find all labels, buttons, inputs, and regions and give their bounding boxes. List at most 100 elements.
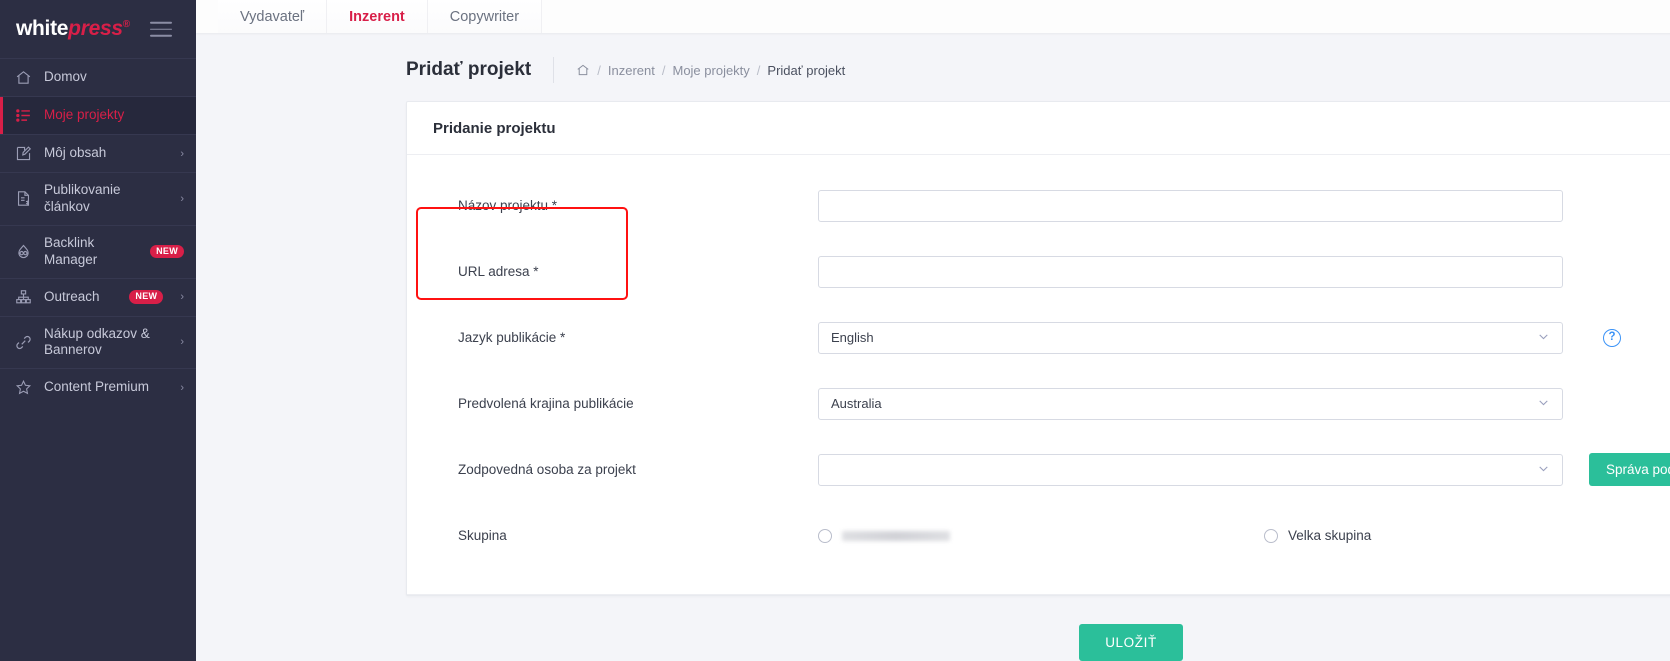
breadcrumb-separator: / [661, 62, 666, 78]
sidebar-item-backlink-manager[interactable]: Backlink Manager NEW [0, 224, 196, 278]
sidebar-item-label: Moje projekty [44, 107, 125, 123]
star-icon [14, 378, 33, 397]
tab-label: Inzerent [349, 8, 405, 25]
chevron-down-icon [1537, 462, 1550, 478]
add-project-card: Pridanie projektu Názov projektu * URL a… [406, 101, 1670, 596]
row-default-country: Predvolená krajina publikácie Australia [433, 379, 1670, 428]
tab-label: Copywriter [449, 8, 520, 25]
radio-option-2[interactable]: Velka skupina [1264, 528, 1371, 543]
label-url-address: URL adresa * [458, 264, 539, 279]
sidebar-item-label: Publikovanie článkov [44, 182, 121, 214]
row-url-address: URL adresa * [433, 247, 1670, 296]
badge-new: NEW [129, 290, 164, 304]
sidebar-item-content-premium[interactable]: Content Premium › [0, 368, 196, 406]
input-project-name[interactable] [818, 189, 1563, 222]
card-footer-divider [407, 594, 1670, 595]
input-url-address[interactable] [818, 255, 1563, 288]
sidebar-item-moje-projekty[interactable]: Moje projekty [0, 96, 196, 134]
tab-vydavatel[interactable]: Vydavateľ [218, 0, 328, 34]
sitemap-icon [14, 288, 33, 307]
select-responsible-person[interactable] [818, 453, 1563, 486]
select-publication-language-value: English [831, 330, 874, 345]
sidebar-item-publikovanie-clankov[interactable]: Publikovanie článkov › [0, 172, 196, 225]
sidebar-item-nakup-odkazov-bannerov[interactable]: Nákup odkazov & Bannerov › [0, 315, 196, 369]
sidebar: whitepress® Domov Moje projekty Môj obsa… [0, 0, 196, 661]
tab-inzerent[interactable]: Inzerent [327, 0, 428, 34]
sidebar-nav: Domov Moje projekty Môj obsah › Publikov… [0, 58, 196, 661]
chevron-right-icon: › [180, 147, 184, 160]
breadcrumb: / Inzerent / Moje projekty / Pridať proj… [576, 63, 845, 78]
top-navigation-bar: Vydavateľ Inzerent Copywriter [196, 0, 1670, 34]
list-icon [14, 106, 33, 125]
home-icon [14, 68, 33, 87]
app-root: whitepress® Domov Moje projekty Môj obsa… [0, 0, 1670, 661]
save-area: ULOŽIŤ [406, 596, 1670, 661]
page-header: Pridať projekt / Inzerent / Moje projekt… [196, 55, 1670, 85]
row-project-name: Názov projektu * [433, 181, 1670, 230]
select-publication-language[interactable]: English [818, 321, 1563, 354]
brand-part-white: white [16, 17, 69, 40]
row-group: Skupina Velka skupina [433, 511, 1670, 560]
manage-subaccounts-button[interactable]: Správa podúčtov [1589, 453, 1670, 486]
radio-option-1-label-redacted [842, 530, 950, 541]
brand-part-press: press [68, 17, 123, 40]
brand-logo[interactable]: whitepress® [0, 0, 196, 58]
home-icon[interactable] [576, 63, 590, 77]
breadcrumb-item-current: Pridať projekt [767, 62, 846, 78]
backlink-icon [14, 242, 33, 261]
chevron-down-icon [1537, 330, 1550, 346]
row-responsible-person: Zodpovedná osoba za projekt Správa podúč… [433, 445, 1670, 494]
label-group: Skupina [458, 528, 507, 543]
radio-circle-icon[interactable] [1264, 528, 1278, 543]
radio-circle-icon[interactable] [818, 528, 832, 543]
breadcrumb-item-inzerent[interactable]: Inzerent [608, 63, 655, 78]
label-project-name: Názov projektu * [458, 198, 558, 213]
select-default-country[interactable]: Australia [818, 387, 1563, 420]
sidebar-item-moj-obsah[interactable]: Môj obsah › [0, 134, 196, 172]
hamburger-menu-icon[interactable] [150, 21, 172, 37]
brand-registered-mark: ® [122, 19, 130, 30]
sidebar-item-label: Nákup odkazov & Bannerov [44, 325, 150, 358]
radio-option-2-label: Velka skupina [1288, 528, 1372, 543]
sidebar-item-label: Môj obsah [44, 145, 107, 161]
main-area: Vydavateľ Inzerent Copywriter Pridať pro… [196, 0, 1670, 661]
chevron-right-icon: › [180, 381, 184, 394]
row-publication-language: Jazyk publikácie * English ? [433, 313, 1670, 362]
label-responsible-person: Zodpovedná osoba za projekt [458, 462, 636, 477]
badge-new: NEW [150, 244, 184, 259]
sidebar-item-label: Outreach [44, 288, 100, 304]
select-default-country-value: Australia [831, 396, 882, 411]
save-button[interactable]: ULOŽIŤ [1079, 624, 1183, 661]
sidebar-item-label: Domov [44, 69, 87, 85]
card-body: Názov projektu * URL adresa * Jazyk publ… [407, 155, 1670, 594]
page-title: Pridať projekt [406, 59, 532, 81]
edit-square-icon [14, 144, 33, 163]
help-icon[interactable]: ? [1603, 328, 1621, 347]
label-default-country: Predvolená krajina publikácie [458, 396, 634, 411]
chevron-right-icon: › [180, 291, 184, 303]
group-radio-set: Velka skupina [818, 528, 1563, 543]
card-heading: Pridanie projektu [407, 102, 1670, 155]
document-dollar-icon [14, 189, 33, 208]
sidebar-item-outreach[interactable]: Outreach NEW › [0, 277, 196, 316]
tab-copywriter[interactable]: Copywriter [427, 0, 543, 34]
link-icon [14, 333, 33, 352]
chevron-down-icon [1537, 396, 1550, 412]
chevron-right-icon: › [180, 192, 184, 205]
breadcrumb-separator: / [756, 62, 761, 78]
sidebar-item-label: Backlink Manager [44, 234, 98, 267]
brand-text: whitepress® [16, 17, 130, 41]
label-publication-language: Jazyk publikácie * [458, 330, 566, 345]
tab-label: Vydavateľ [240, 8, 305, 25]
breadcrumb-item-moje-projekty[interactable]: Moje projekty [672, 63, 749, 78]
breadcrumb-separator: / [597, 62, 601, 78]
sidebar-item-label: Content Premium [44, 379, 150, 395]
chevron-right-icon: › [180, 336, 184, 349]
radio-option-1[interactable] [818, 528, 950, 543]
sidebar-item-domov[interactable]: Domov [0, 58, 196, 96]
